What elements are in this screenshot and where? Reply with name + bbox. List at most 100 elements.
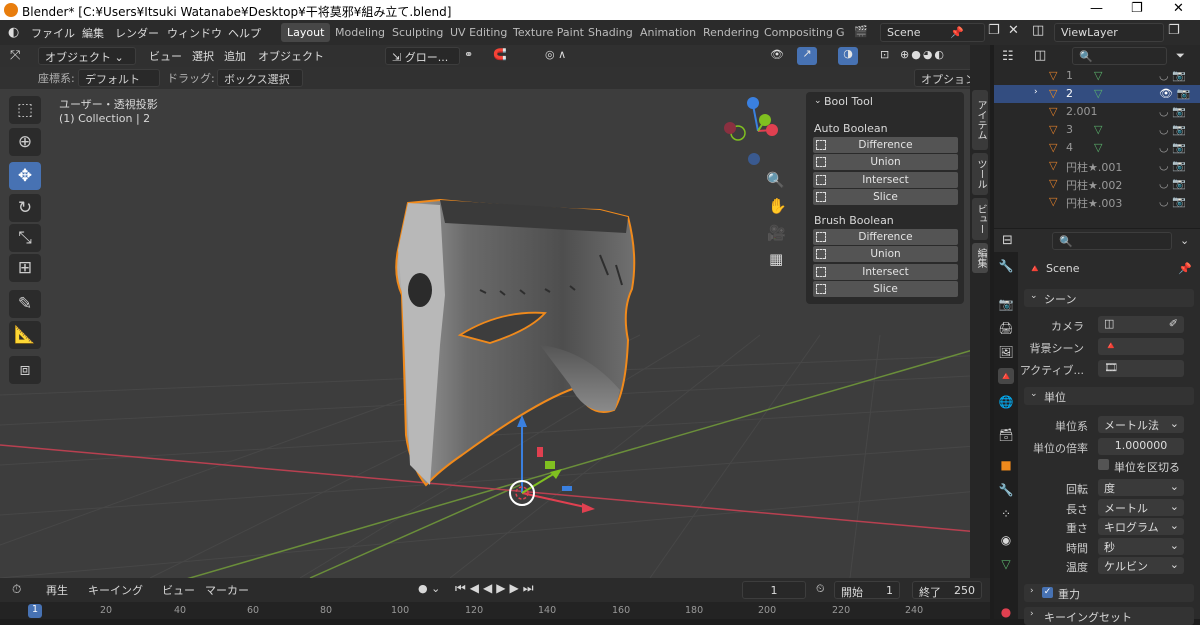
gravity-section-header[interactable]: › ✓ 重力	[1024, 584, 1194, 602]
separate-units-checkbox[interactable]	[1098, 459, 1109, 470]
menu-edit[interactable]: 編集	[82, 25, 104, 41]
background-scene-field[interactable]: 🔺	[1098, 338, 1184, 355]
snap-icon[interactable]: 🧲	[493, 48, 507, 61]
proportional-icon[interactable]: ◎ ∧	[545, 48, 566, 61]
new-viewlayer-icon[interactable]: ❐	[1168, 23, 1180, 38]
gravity-checkbox[interactable]: ✓	[1042, 587, 1053, 598]
camera-field[interactable]: ◫ ✐	[1098, 316, 1184, 333]
auto-difference-button[interactable]: Difference	[813, 137, 958, 153]
tab-rendering[interactable]: Rendering	[697, 23, 765, 42]
unit-scale-input[interactable]: 1.000000	[1098, 438, 1184, 455]
scene-tab-icon[interactable]: 🔺	[998, 368, 1014, 384]
pin-icon[interactable]: 📌	[1178, 262, 1192, 275]
pivot-icon[interactable]: ⚭	[464, 48, 473, 61]
brush-difference-button[interactable]: Difference	[813, 229, 958, 245]
maximize-button[interactable]: ❐	[1131, 1, 1143, 16]
display-mode-icon[interactable]: ◫	[1034, 48, 1046, 63]
menu-view[interactable]: ビュー	[149, 48, 182, 64]
tab-compositing[interactable]: Compositing	[758, 23, 839, 42]
mode-selector[interactable]: オブジェクト ⌄	[38, 47, 136, 65]
record-icon[interactable]: ● ⌄	[418, 582, 440, 595]
outliner-row[interactable]: ▽ 3 ▽ ◡ 📷	[994, 121, 1200, 139]
scale-icon[interactable]: ⤡	[9, 224, 41, 252]
brush-intersect-button[interactable]: Intersect	[813, 264, 958, 280]
menu-window[interactable]: ウィンドウ	[167, 25, 222, 41]
tool-tab-icon[interactable]: 🔧	[998, 258, 1014, 274]
auto-slice-button[interactable]: Slice	[813, 189, 958, 205]
collapse-chevron-icon[interactable]: ⌄	[814, 96, 822, 106]
viewlayer-icon[interactable]: ◫	[1032, 23, 1044, 38]
timeline-editor-icon[interactable]: ⏱	[12, 582, 21, 597]
scene-selector-icon[interactable]: 🎬	[854, 25, 868, 38]
world-tab-icon[interactable]: 🌐	[998, 394, 1014, 410]
outliner-search-input[interactable]: 🔍	[1072, 47, 1167, 65]
menu-select[interactable]: 選択	[192, 48, 214, 64]
auto-intersect-button[interactable]: Intersect	[813, 172, 958, 188]
transform-icon[interactable]: ⊞	[9, 254, 41, 282]
minimize-button[interactable]: —	[1090, 1, 1103, 16]
brush-union-button[interactable]: Union	[813, 246, 958, 262]
tab-modeling[interactable]: Modeling	[329, 23, 391, 42]
close-button[interactable]: ✕	[1173, 1, 1184, 16]
camera-view-icon[interactable]: 🎥	[767, 224, 786, 242]
keying-sets-section-header[interactable]: › キーイングセット	[1024, 607, 1194, 625]
object-tab-icon[interactable]: ■	[998, 457, 1014, 473]
mass-select[interactable]: キログラム ⌄	[1098, 518, 1184, 535]
outliner-row[interactable]: ▽ 2.001 ◡ 📷	[994, 103, 1200, 121]
outliner-row[interactable]: ▽ 1 ▽ ◡ 📷	[994, 67, 1200, 85]
tab-edit[interactable]: 編集	[972, 243, 988, 273]
units-section-header[interactable]: ⌄ 単位	[1024, 387, 1194, 405]
blender-menu-icon[interactable]: ◐	[8, 25, 19, 40]
playback-controls[interactable]: ⏮◀◀▶▶⏭	[455, 581, 538, 596]
properties-options-icon[interactable]: ⌄	[1180, 234, 1189, 247]
select-box-icon[interactable]: ⬚	[9, 96, 41, 124]
scene-field[interactable]: Scene 📌	[880, 23, 985, 42]
coord-system-select[interactable]: デフォルト	[78, 69, 160, 87]
tab-view[interactable]: ビュー	[972, 198, 988, 240]
outliner-row-selected[interactable]: › ▽ 2 ▽ 👁 📷	[994, 85, 1200, 103]
render-tab-icon[interactable]: 📷	[998, 296, 1014, 312]
length-select[interactable]: メートル ⌄	[1098, 499, 1184, 516]
keying-menu[interactable]: キーイング	[88, 582, 143, 598]
brush-slice-button[interactable]: Slice	[813, 281, 958, 297]
move-icon[interactable]: ✥	[9, 162, 41, 190]
gizmo-toggle-icon[interactable]: ↗	[797, 47, 817, 65]
tab-sculpting[interactable]: Sculpting	[386, 23, 449, 42]
tab-layout[interactable]: Layout	[281, 23, 331, 42]
temperature-select[interactable]: ケルビン ⌄	[1098, 557, 1184, 574]
preview-range-icon[interactable]: ⏲	[816, 582, 825, 596]
filter-icon[interactable]: ⏷	[1176, 49, 1185, 63]
visibility-icon[interactable]: 👁	[770, 48, 784, 61]
outliner-row[interactable]: ▽ 円柱★.003 ◡ 📷	[994, 193, 1200, 211]
particles-tab-icon[interactable]: ⁘	[998, 506, 1014, 522]
overlay-toggle-icon[interactable]: ◑	[838, 47, 858, 65]
pan-hand-icon[interactable]: ✋	[768, 197, 787, 215]
output-tab-icon[interactable]: 🖨	[998, 320, 1014, 336]
frame-start-input[interactable]: 開始 1	[834, 581, 900, 599]
outliner-type-icon[interactable]: ☷	[1002, 49, 1014, 64]
properties-type-icon[interactable]: ⊟	[1002, 233, 1013, 248]
physics-tab-icon[interactable]: ◉	[998, 532, 1014, 548]
tab-shading[interactable]: Shading	[582, 23, 639, 42]
material-tab-icon[interactable]: ●	[998, 604, 1014, 620]
measure-icon[interactable]: 📐	[9, 321, 41, 349]
tab-tool[interactable]: ツール	[972, 153, 988, 195]
delete-scene-icon[interactable]: ✕	[1008, 23, 1019, 38]
add-cube-icon[interactable]: ⧈	[9, 356, 41, 384]
tab-uv-editing[interactable]: UV Editing	[444, 23, 513, 42]
tab-texture-paint[interactable]: Texture Paint	[507, 23, 590, 42]
viewlayer-field[interactable]: ViewLayer	[1054, 23, 1164, 42]
editor-type-icon[interactable]: ⤧	[10, 48, 20, 63]
menu-render[interactable]: レンダー	[115, 25, 159, 41]
outliner-row[interactable]: ▽ 円柱★.001 ◡ 📷	[994, 157, 1200, 175]
tab-item[interactable]: アイテム	[972, 90, 988, 150]
auto-union-button[interactable]: Union	[813, 154, 958, 170]
perspective-grid-icon[interactable]: ▦	[769, 250, 783, 268]
drag-mode-select[interactable]: ボックス選択	[217, 69, 303, 87]
collection-tab-icon[interactable]: 🗃	[998, 427, 1014, 443]
view-layer-tab-icon[interactable]: 🖼	[998, 344, 1014, 360]
playhead[interactable]: 1	[28, 604, 42, 618]
active-clip-field[interactable]: 🎞	[1098, 360, 1184, 377]
3d-viewport[interactable]: ⤧ オブジェクト ⌄ ビュー 選択 追加 オブジェクト ⇲ グロー... ⚭ 🧲…	[0, 45, 990, 578]
current-frame-input[interactable]: 1	[742, 581, 806, 599]
